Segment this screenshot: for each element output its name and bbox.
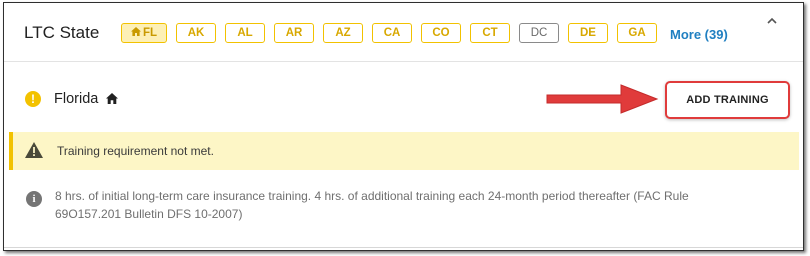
state-chip-label: CO (432, 27, 450, 39)
ltc-state-panel: LTC State FL AK AL AR AZ CA CO CT DC DE … (3, 2, 804, 251)
state-chip-az[interactable]: AZ (323, 23, 363, 43)
state-chip-ak[interactable]: AK (176, 23, 216, 43)
state-chip-de[interactable]: DE (568, 23, 608, 43)
requirement-description: 8 hrs. of initial long-term care insuran… (55, 189, 689, 221)
state-chip-co[interactable]: CO (421, 23, 461, 43)
more-states-link[interactable]: More (39) (670, 27, 728, 42)
warning-circle-icon: ! (25, 91, 41, 107)
state-chip-ct[interactable]: CT (470, 23, 510, 43)
state-chip-ca[interactable]: CA (372, 23, 412, 43)
state-name-label: Florida (54, 91, 99, 107)
chevron-up-icon[interactable] (765, 14, 779, 28)
panel-title: LTC State (24, 23, 100, 42)
state-chip-ar[interactable]: AR (274, 23, 314, 43)
state-row: ! Florida ADD TRAINING (4, 62, 803, 132)
state-chip-ga[interactable]: GA (617, 23, 657, 43)
home-icon (130, 27, 141, 39)
state-chip-label: AR (285, 27, 303, 39)
home-icon (106, 92, 119, 108)
state-chip-label: GA (628, 27, 646, 39)
state-chip-dc[interactable]: DC (519, 23, 559, 43)
state-name: Florida (54, 91, 119, 108)
state-chip-label: AZ (335, 27, 351, 39)
state-chip-label: FL (142, 27, 158, 39)
requirement-warning-banner: Training requirement not met. (9, 132, 799, 170)
state-chip-label: CA (383, 27, 401, 39)
add-training-button[interactable]: ADD TRAINING (665, 81, 790, 119)
divider (4, 247, 803, 248)
warning-triangle-icon (25, 142, 43, 163)
state-chip-al[interactable]: AL (225, 23, 265, 43)
state-chip-fl[interactable]: FL (121, 23, 167, 43)
panel-header: LTC State FL AK AL AR AZ CA CO CT DC DE … (4, 3, 803, 62)
state-chip-label: CT (482, 27, 498, 39)
info-row: i 8 hrs. of initial long-term care insur… (4, 183, 803, 233)
state-chip-label: DC (530, 27, 548, 39)
warning-text: Training requirement not met. (57, 144, 214, 158)
state-chip-label: AL (237, 27, 253, 39)
annotation-arrow-icon (546, 84, 659, 114)
state-chip-label: DE (580, 27, 596, 39)
info-icon: i (26, 191, 42, 207)
state-chip-list: FL AK AL AR AZ CA CO CT DC DE GA (121, 23, 666, 43)
state-chip-label: AK (187, 27, 205, 39)
